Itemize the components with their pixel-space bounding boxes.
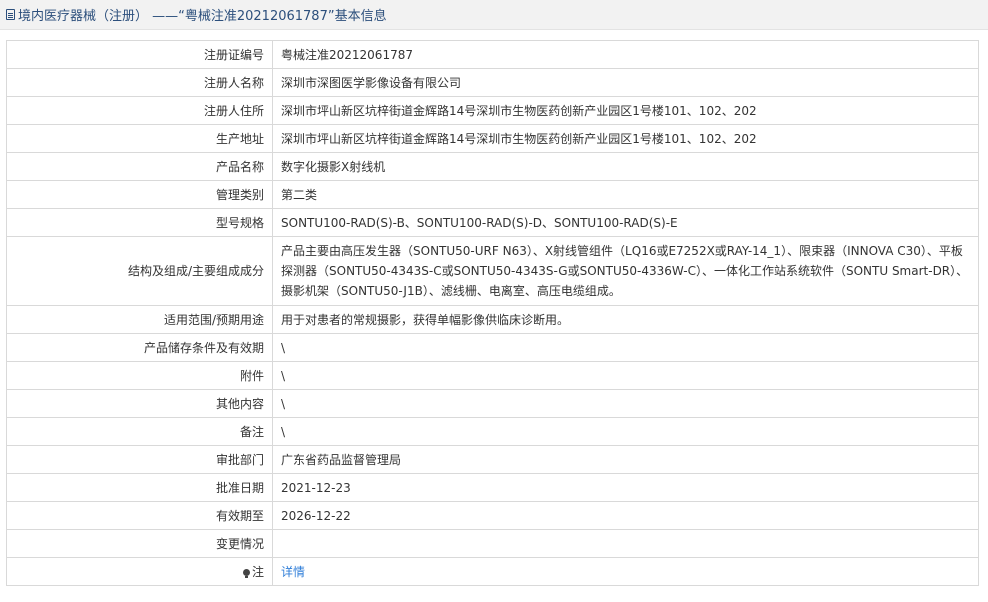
info-table: 注册证编号 粤械注准20212061787 注册人名称 深圳市深图医学影像设备有…: [6, 40, 979, 586]
table-row: 产品储存条件及有效期 \: [6, 333, 979, 362]
field-value: SONTU100-RAD(S)-B、SONTU100-RAD(S)-D、SONT…: [272, 208, 979, 237]
field-value: 深圳市坪山新区坑梓街道金辉路14号深圳市生物医药创新产业园区1号楼101、102…: [272, 96, 979, 125]
note-value-cell: 详情: [272, 557, 979, 586]
table-row: 批准日期 2021-12-23: [6, 473, 979, 502]
table-row: 管理类别 第二类: [6, 180, 979, 209]
details-link[interactable]: 详情: [281, 565, 305, 579]
table-row: 产品名称 数字化摄影X射线机: [6, 152, 979, 181]
field-label: 管理类别: [6, 180, 273, 209]
table-row: 适用范围/预期用途 用于对患者的常规摄影，获得单幅影像供临床诊断用。: [6, 305, 979, 334]
note-label-cell: 注: [6, 557, 273, 586]
table-row: 审批部门 广东省药品监督管理局: [6, 445, 979, 474]
page-title: 境内医疗器械（注册） ——“粤械注准20212061787”基本信息: [18, 9, 387, 24]
field-value: \: [272, 389, 979, 418]
field-label: 注册人名称: [6, 68, 273, 97]
field-label: 产品名称: [6, 152, 273, 181]
table-row: 结构及组成/主要组成成分 产品主要由高压发生器（SONTU50-URF N63）…: [6, 236, 979, 306]
table-row: 型号规格 SONTU100-RAD(S)-B、SONTU100-RAD(S)-D…: [6, 208, 979, 237]
table-row: 其他内容 \: [6, 389, 979, 418]
field-value: 产品主要由高压发生器（SONTU50-URF N63）、X射线管组件（LQ16或…: [272, 236, 979, 306]
field-label: 注册证编号: [6, 40, 273, 69]
table-row: 注册人住所 深圳市坪山新区坑梓街道金辉路14号深圳市生物医药创新产业园区1号楼1…: [6, 96, 979, 125]
table-row: 变更情况: [6, 529, 979, 558]
field-value: 第二类: [272, 180, 979, 209]
field-label: 其他内容: [6, 389, 273, 418]
field-label: 批准日期: [6, 473, 273, 502]
document-icon: [6, 9, 15, 20]
field-value: 粤械注准20212061787: [272, 40, 979, 69]
field-label: 变更情况: [6, 529, 273, 558]
table-row: 注册人名称 深圳市深图医学影像设备有限公司: [6, 68, 979, 97]
field-value: \: [272, 361, 979, 390]
field-value: 数字化摄影X射线机: [272, 152, 979, 181]
field-value: \: [272, 333, 979, 362]
page-header: 境内医疗器械（注册） ——“粤械注准20212061787”基本信息: [0, 0, 988, 30]
field-label: 有效期至: [6, 501, 273, 530]
field-label: 生产地址: [6, 124, 273, 153]
field-label: 审批部门: [6, 445, 273, 474]
field-value: 用于对患者的常规摄影，获得单幅影像供临床诊断用。: [272, 305, 979, 334]
lightbulb-icon: [242, 568, 250, 578]
field-value: 2021-12-23: [272, 473, 979, 502]
field-value: [272, 529, 979, 558]
field-label: 适用范围/预期用途: [6, 305, 273, 334]
field-value: \: [272, 417, 979, 446]
table-row: 附件 \: [6, 361, 979, 390]
field-value: 深圳市坪山新区坑梓街道金辉路14号深圳市生物医药创新产业园区1号楼101、102…: [272, 124, 979, 153]
table-row: 生产地址 深圳市坪山新区坑梓街道金辉路14号深圳市生物医药创新产业园区1号楼10…: [6, 124, 979, 153]
field-value: 2026-12-22: [272, 501, 979, 530]
field-label: 型号规格: [6, 208, 273, 237]
field-value: 广东省药品监督管理局: [272, 445, 979, 474]
field-label: 附件: [6, 361, 273, 390]
field-label: 备注: [6, 417, 273, 446]
note-row: 注 详情: [6, 557, 979, 586]
field-label: 产品储存条件及有效期: [6, 333, 273, 362]
note-label: 注: [251, 564, 264, 579]
table-row: 备注 \: [6, 417, 979, 446]
field-value: 深圳市深图医学影像设备有限公司: [272, 68, 979, 97]
field-label: 注册人住所: [6, 96, 273, 125]
field-label: 结构及组成/主要组成成分: [6, 236, 273, 306]
table-row: 有效期至 2026-12-22: [6, 501, 979, 530]
table-row: 注册证编号 粤械注准20212061787: [6, 40, 979, 69]
